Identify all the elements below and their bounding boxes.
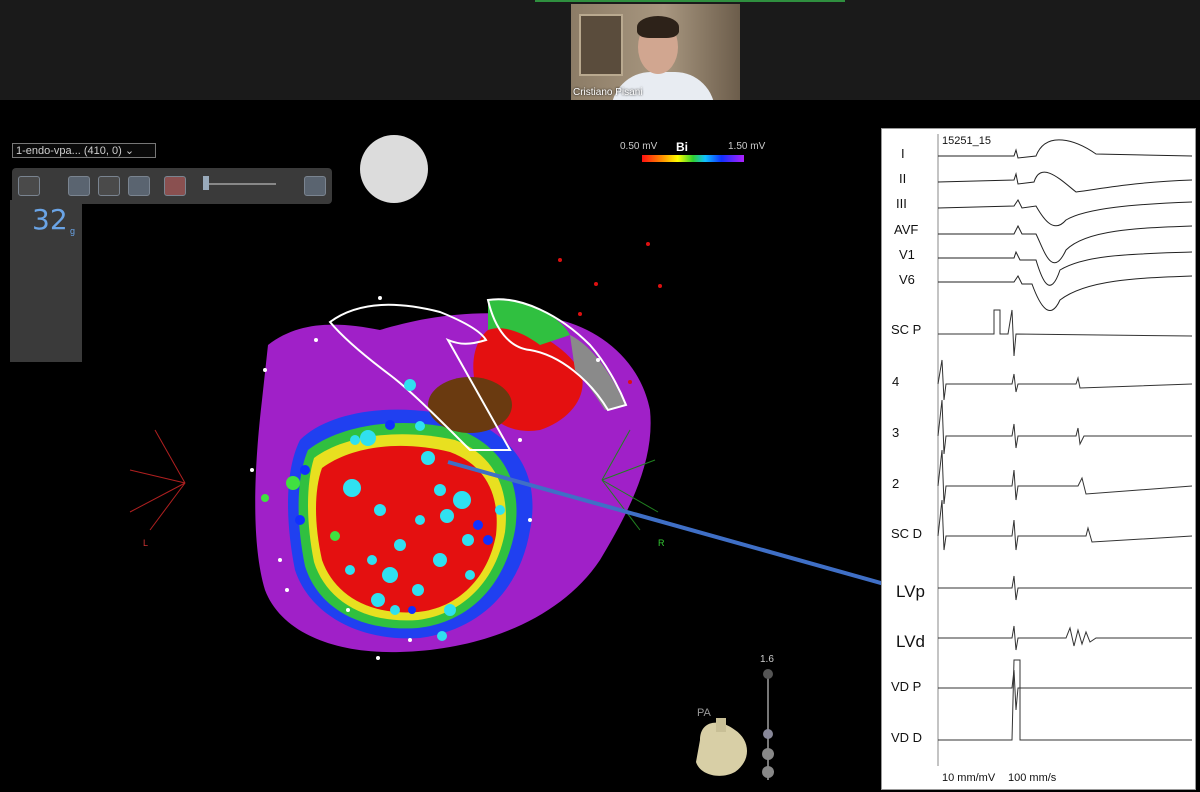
- zoom-thumb[interactable]: [763, 729, 773, 739]
- gain-label: 10 mm/mV: [942, 772, 996, 784]
- lead-label: SC P: [891, 322, 922, 337]
- lead-label: V6: [899, 272, 915, 287]
- heart-map-icon[interactable]: [68, 176, 90, 196]
- color-scale-low: 0.50 mV: [620, 141, 658, 152]
- chevron-down-icon: ⌄: [124, 145, 135, 157]
- lead-label: V1: [899, 247, 915, 262]
- view-sphere[interactable]: [360, 135, 428, 203]
- pen-icon[interactable]: [128, 176, 150, 196]
- slider-icon[interactable]: [203, 176, 209, 190]
- map-select-dropdown[interactable]: 1-endo-vpa... (410, 0) ⌄: [12, 143, 156, 158]
- color-scale-bar: [642, 155, 744, 162]
- ecg-traces: [937, 134, 1193, 766]
- lead-label: III: [896, 196, 907, 211]
- lead-label: AVF: [894, 222, 919, 237]
- lead-label: LVd: [896, 632, 925, 651]
- right-axis-label: R: [658, 538, 665, 548]
- brown-structure: [428, 377, 512, 433]
- color-scale-title: Bi: [676, 140, 688, 154]
- view-label: PA: [697, 707, 711, 719]
- zoom-reset-icon[interactable]: [762, 766, 774, 778]
- left-axis-marker: [129, 429, 186, 531]
- surface-ecg-traces: [937, 139, 1193, 312]
- map-select-value: 1-endo-vpa... (410, 0): [16, 145, 122, 157]
- lead-label: VD D: [891, 730, 923, 745]
- grid-icon[interactable]: [164, 176, 186, 196]
- zoom-value: 1.6: [760, 654, 774, 665]
- screen-icon[interactable]: [304, 176, 326, 196]
- lead-label: LVp: [896, 582, 925, 601]
- count-unit: g: [70, 226, 76, 236]
- lead-label: I: [901, 146, 905, 161]
- color-scale-high: 1.50 mV: [728, 141, 766, 152]
- lead-label: SC D: [891, 526, 923, 541]
- view-icon[interactable]: [18, 176, 40, 196]
- lead-label: 3: [892, 425, 900, 440]
- map-toolbar: [12, 168, 332, 204]
- heart-orientation-icon: [696, 718, 748, 776]
- lead-label: VD P: [891, 679, 922, 694]
- lead-label: 2: [892, 476, 900, 491]
- count-value: 32: [32, 203, 68, 236]
- catheter-icon[interactable]: [98, 176, 120, 196]
- left-axis-label: L: [143, 538, 149, 548]
- zoom-out-icon[interactable]: [762, 748, 774, 760]
- chamber-red-zone: [316, 445, 497, 613]
- slider-track[interactable]: [204, 183, 276, 185]
- lead-label: 4: [892, 374, 900, 389]
- lead-label: II: [899, 171, 907, 186]
- zoom-in-icon[interactable]: [763, 669, 773, 679]
- intracardiac-traces: [937, 309, 1193, 741]
- speed-label: 100 mm/s: [1008, 772, 1057, 784]
